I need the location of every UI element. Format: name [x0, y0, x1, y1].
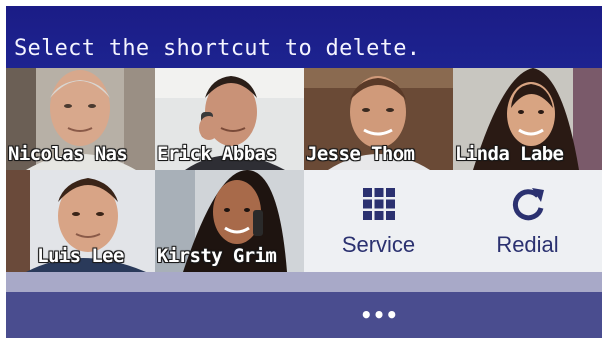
shortcut-tile-jesse[interactable]: Jesse Thom: [304, 68, 453, 170]
service-button[interactable]: Service: [304, 170, 453, 272]
footer-bar: •••: [6, 272, 602, 338]
contact-name: Kirsty Grim: [157, 245, 277, 267]
shortcut-tile-nicolas[interactable]: Nicolas Nas: [6, 68, 155, 170]
footer-divider: [6, 272, 602, 292]
redial-icon: [453, 184, 602, 228]
contact-name: Linda Labe: [455, 143, 564, 165]
phone-screen: Select the shortcut to delete. Nicolas N…: [0, 0, 605, 345]
shortcut-tile-linda[interactable]: Linda Labe: [453, 68, 602, 170]
header-bar: Select the shortcut to delete.: [6, 6, 602, 68]
shortcut-tile-kirsty[interactable]: Kirsty Grim: [155, 170, 304, 272]
grid-icon: [304, 184, 453, 228]
contact-name: Erick Abbas: [157, 143, 277, 165]
contact-name: Jesse Thom: [306, 143, 415, 165]
display-panel: Select the shortcut to delete. Nicolas N…: [6, 6, 602, 338]
more-options-button[interactable]: •••: [356, 305, 402, 334]
shortcut-grid: Nicolas Nas Erick Abbas Jesse Thom Linda…: [6, 68, 602, 272]
redial-label: Redial: [496, 232, 559, 257]
contact-name: Nicolas Nas: [8, 143, 128, 165]
shortcut-tile-luis[interactable]: Luis Lee: [6, 170, 155, 272]
contact-name: Luis Lee: [37, 245, 124, 267]
shortcut-tile-erick[interactable]: Erick Abbas: [155, 68, 304, 170]
redial-button[interactable]: Redial: [453, 170, 602, 272]
page-title: Select the shortcut to delete.: [14, 36, 421, 61]
service-label: Service: [341, 232, 416, 257]
